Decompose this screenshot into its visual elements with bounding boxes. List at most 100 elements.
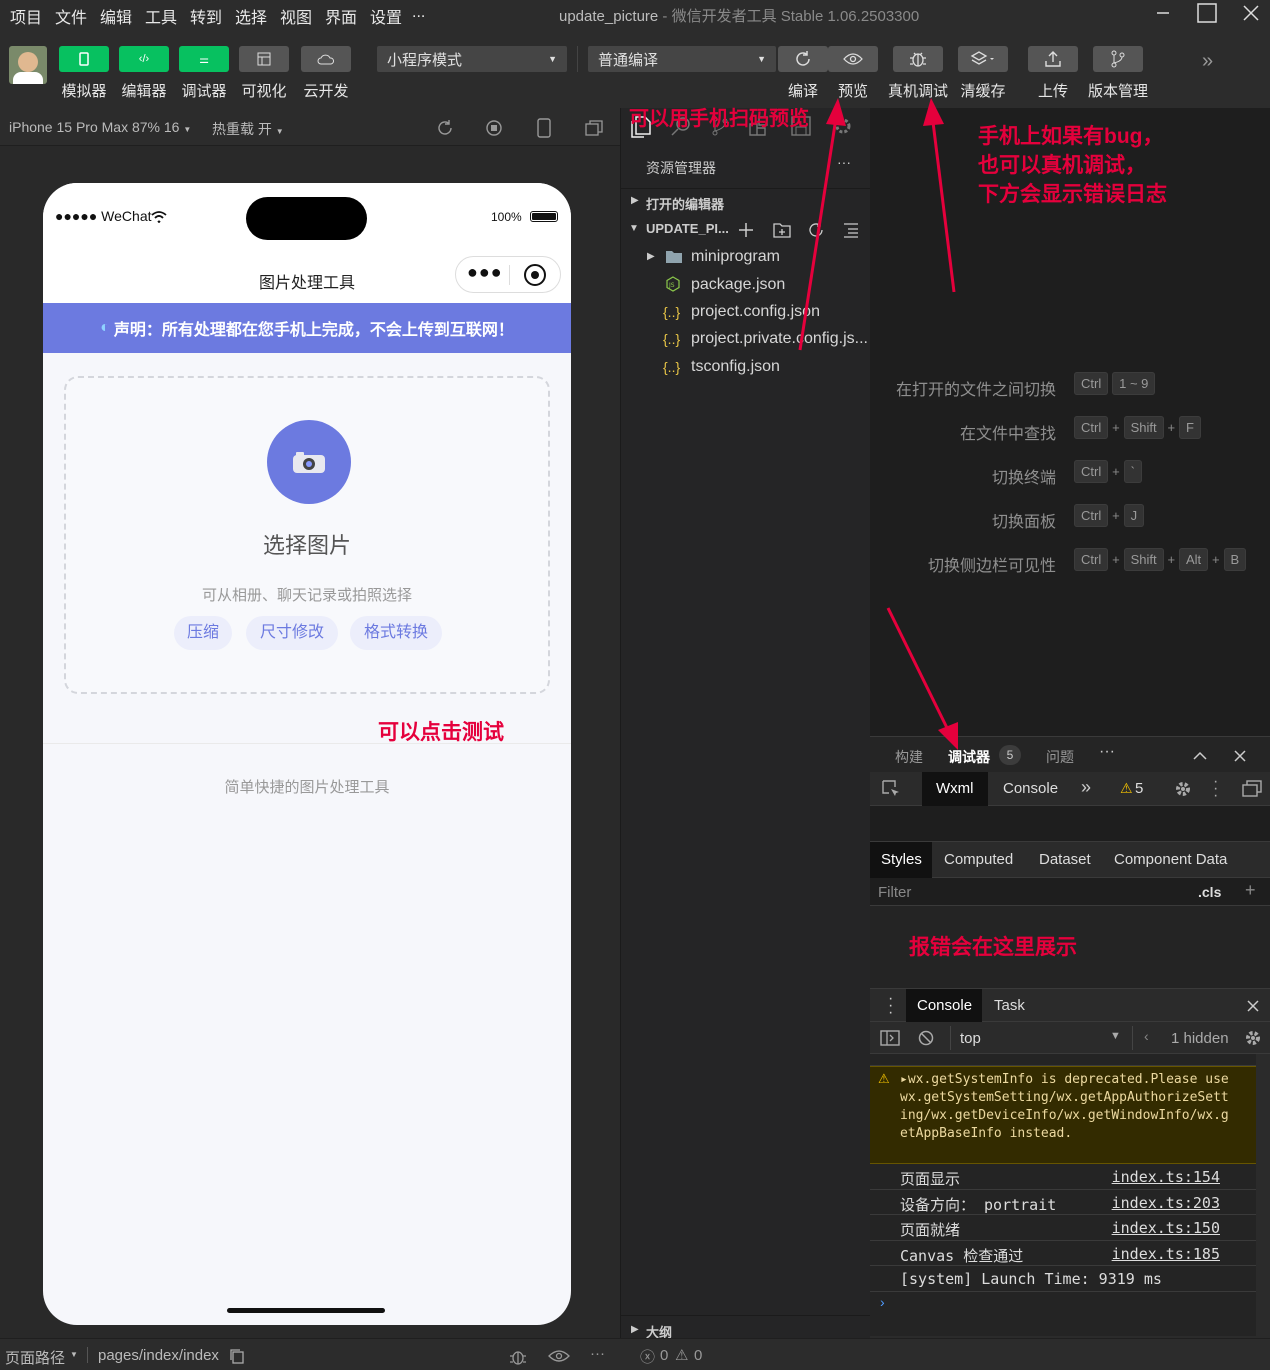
tab-problems[interactable]: 问题 [1046,747,1074,767]
filter-input[interactable]: Filter [878,884,911,901]
menu-edit[interactable]: 编辑 [100,4,132,28]
tab-styles[interactable]: Styles [881,851,922,868]
device-icon[interactable] [537,118,551,138]
preview-button[interactable] [828,46,878,72]
upload-area[interactable]: 选择图片 可从相册、聊天记录或拍照选择 压缩 尺寸修改 格式转换 [64,376,550,694]
shortcut-row: 在打开的文件之间切换 [896,376,1056,400]
page-path-label[interactable]: 页面路径 [5,1347,65,1368]
file-project-config[interactable]: project.config.json [691,303,820,321]
menu-tools[interactable]: 工具 [145,4,177,28]
warning-count: 0 [694,1347,703,1364]
bug-icon[interactable] [508,1347,528,1367]
undock-icon[interactable] [1242,780,1262,798]
close-mini-program-icon[interactable] [524,264,546,286]
menu-project[interactable]: 项目 [10,4,42,28]
stop-icon[interactable] [485,119,503,137]
more-icon[interactable]: ··· [1099,743,1115,761]
new-folder-icon[interactable] [773,222,791,238]
file-miniprogram[interactable]: miniprogram [691,248,780,266]
gear-icon[interactable] [1244,1029,1262,1047]
tab-dataset[interactable]: Dataset [1039,851,1091,868]
drawer-menu-icon[interactable]: · · · [888,991,894,1021]
console-prompt[interactable]: › [880,1294,885,1310]
settings-icon[interactable] [833,116,853,136]
warning-icon[interactable]: ⚠ [675,1346,688,1364]
console-scrollbar[interactable] [1256,1054,1270,1336]
menu-view[interactable]: 视图 [280,4,312,28]
tab-build[interactable]: 构建 [895,747,923,767]
minimize-button[interactable] [1140,0,1186,26]
tab-component-data[interactable]: Component Data [1114,851,1227,868]
file-package-json[interactable]: package.json [691,276,785,294]
camera-button[interactable] [267,420,351,504]
device-select[interactable]: iPhone 15 Pro Max 87% 16 ▼ [9,119,191,135]
debugger-button[interactable]: ⚌ [179,46,229,72]
cls-toggle[interactable]: .cls [1198,884,1221,900]
drawer-tab-task[interactable]: Task [994,997,1025,1014]
close-button[interactable] [1228,0,1270,26]
clear-console-icon[interactable] [918,1030,934,1046]
tab-computed[interactable]: Computed [944,851,1013,868]
more-icon[interactable]: ●●● [467,262,503,283]
inspect-icon[interactable] [882,780,900,798]
rotate-icon[interactable] [436,119,454,137]
simulator-button[interactable] [59,46,109,72]
menu-interface[interactable]: 界面 [325,4,357,28]
more-icon[interactable]: ··· [590,1345,605,1362]
menu-settings[interactable]: 设置 [370,4,402,28]
preview-label: 预览 [837,83,868,100]
close-icon[interactable] [1234,750,1246,762]
compile-mode-select[interactable]: 普通编译 ▼ [588,46,776,72]
explorer-more-icon[interactable]: ··· [837,154,851,170]
mode-select[interactable]: 小程序模式 ▼ [377,46,567,72]
visual-button[interactable] [239,46,289,72]
chevron-left-icon[interactable]: ‹ [1144,1028,1149,1044]
upload-button[interactable] [1028,46,1078,72]
log-source-link[interactable]: index.ts:185 [1112,1245,1220,1263]
eye-icon[interactable] [548,1349,570,1363]
warning-icon[interactable]: ⚠ [1120,780,1133,797]
refresh-icon[interactable] [808,222,824,238]
capsule-button[interactable]: ●●● [455,256,561,293]
add-rule-icon[interactable]: + [1245,880,1256,901]
tab-console[interactable]: Console [1003,780,1058,797]
new-file-icon[interactable] [738,222,754,238]
gear-icon[interactable] [1173,779,1193,799]
cloud-button[interactable] [301,46,351,72]
log-source-link[interactable]: index.ts:203 [1112,1194,1220,1212]
chevron-down-icon[interactable]: ▼ [1110,1030,1121,1042]
tab-wxml[interactable]: Wxml [936,780,974,797]
kebab-menu-icon[interactable]: · · · [1213,774,1219,804]
more-chevrons-icon[interactable]: » [1202,50,1213,73]
editor-button[interactable]: ‹/› [119,46,169,72]
error-icon[interactable]: ⓧ [640,1346,655,1367]
sidebar-toggle-icon[interactable] [880,1030,900,1046]
collapse-icon[interactable] [843,222,859,238]
maximize-button[interactable] [1184,0,1230,26]
tab-debugger[interactable]: 调试器 [948,747,990,767]
project-section[interactable]: UPDATE_PI... [646,221,729,236]
context-select[interactable]: top [960,1030,981,1047]
chevron-up-icon[interactable] [1193,750,1207,760]
menu-select[interactable]: 选择 [235,4,267,28]
chevron-down-icon[interactable]: ▼ [70,1350,78,1359]
menu-file[interactable]: 文件 [55,4,87,28]
close-icon[interactable] [1247,1000,1259,1012]
version-button[interactable] [1093,46,1143,72]
realdebug-button[interactable] [893,46,943,72]
compile-button[interactable] [778,46,828,72]
more-tabs-icon[interactable]: » [1081,777,1091,798]
menu-goto[interactable]: 转到 [190,4,222,28]
avatar[interactable] [9,46,47,84]
file-tsconfig[interactable]: tsconfig.json [691,358,780,376]
hotreload-select[interactable]: 热重载 开 ▼ [212,119,284,139]
drawer-tab-console[interactable]: Console [917,997,972,1014]
clearcache-button[interactable] [958,46,1008,72]
log-source-link[interactable]: index.ts:154 [1112,1168,1220,1186]
copy-icon[interactable] [229,1348,245,1364]
menu-more[interactable]: ... [412,4,425,22]
file-project-private-config[interactable]: project.private.config.js... [691,330,868,348]
window-icon[interactable] [585,119,603,137]
log-source-link[interactable]: index.ts:150 [1112,1219,1220,1237]
open-editors-section[interactable]: 打开的编辑器 [646,194,724,213]
